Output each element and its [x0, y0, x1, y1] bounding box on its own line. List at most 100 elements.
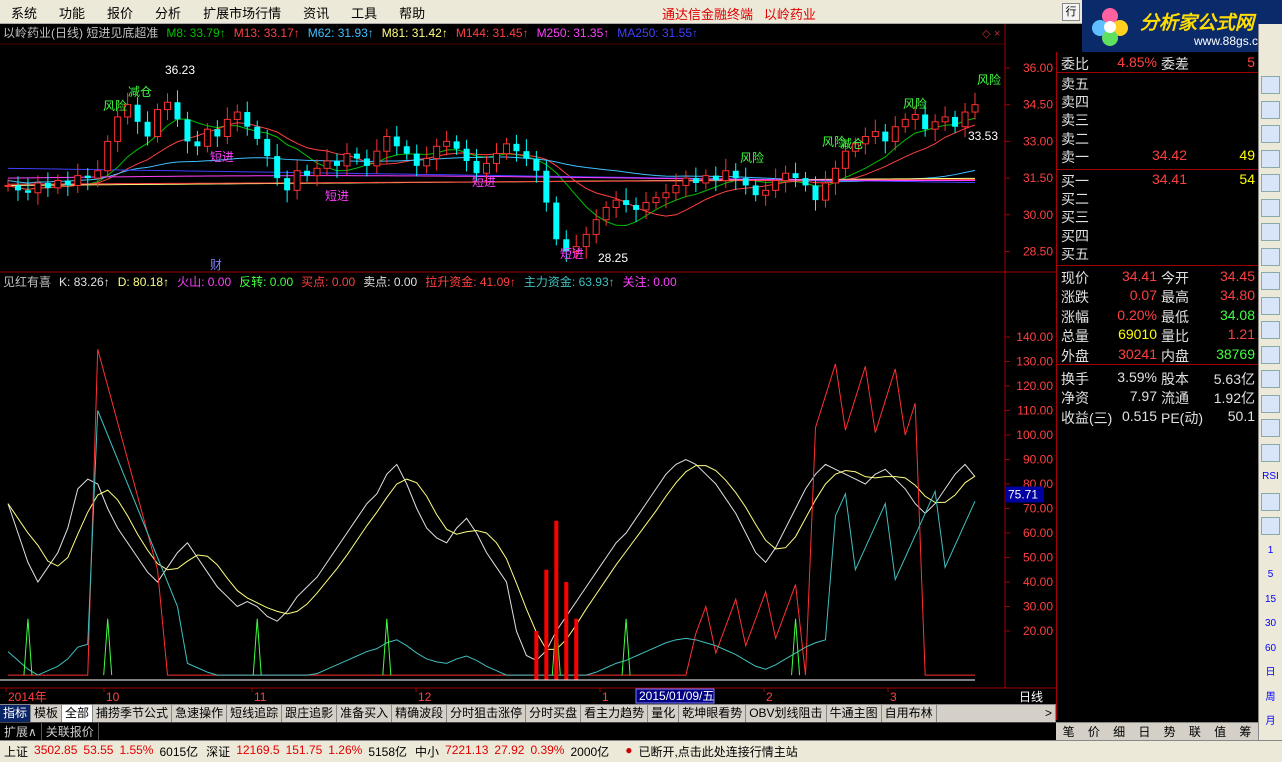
- index-shanghai[interactable]: 上证 3502.85 53.55 1.55% 6015亿: [0, 743, 202, 760]
- quote-tab-7[interactable]: 筹: [1239, 723, 1251, 740]
- toolbar-button-23[interactable]: 60: [1261, 640, 1280, 658]
- menu-item-6[interactable]: 工具: [340, 3, 388, 22]
- chart-annotation: 风险: [103, 98, 127, 113]
- toolbar-tool-icon-2[interactable]: [1261, 125, 1280, 143]
- formula-tab-7[interactable]: 准备买入: [337, 705, 393, 722]
- quote-tab-2[interactable]: 细: [1113, 723, 1125, 740]
- stat-row: 收益(三) 0.515 PE(动) 50.1: [1057, 408, 1259, 426]
- formula-tab-15[interactable]: 牛通主图: [827, 705, 882, 722]
- indicator-title-item: D: 80.18↑: [118, 275, 169, 289]
- menu-item-3[interactable]: 分析: [144, 3, 192, 22]
- stat-label: 现价: [1061, 270, 1089, 286]
- formula-tab-8[interactable]: 精确波段: [392, 705, 448, 722]
- menu-item-1[interactable]: 功能: [48, 3, 96, 22]
- toolbar-tool-icon-5[interactable]: [1261, 198, 1280, 217]
- divider: [1057, 265, 1259, 266]
- level-label: 买二: [1061, 191, 1089, 208]
- toolbar-button-24[interactable]: 日: [1261, 664, 1280, 682]
- quote-tab-6[interactable]: 值: [1214, 723, 1226, 740]
- formula-tab-6[interactable]: 跟庄追影: [282, 705, 338, 722]
- connection-status[interactable]: ● 已断开,点击此处连接行情主站: [621, 743, 802, 760]
- toolbar-button-20[interactable]: 5: [1261, 566, 1280, 584]
- toolbar-tool-icon-4[interactable]: [1261, 174, 1280, 192]
- toolbar-tool-icon-11[interactable]: [1261, 345, 1280, 364]
- main-title-item: M62: 31.93↑: [308, 26, 374, 40]
- main-chart-area[interactable]: 以岭药业(日线) 短进见底超准 M8: 33.79↑ M13: 33.17↑ M62:…: [0, 24, 1056, 708]
- sell-level-row: 卖五: [1057, 74, 1259, 92]
- time-tick: 1: [602, 690, 609, 704]
- extension-tab-1[interactable]: 关联报价: [42, 723, 99, 740]
- index-percent: 1.26%: [328, 743, 363, 757]
- toolbar-button-26[interactable]: 月: [1261, 713, 1280, 731]
- brand-stock: 以岭药业: [763, 7, 816, 22]
- chart-annotation: 财: [210, 258, 222, 272]
- index-value: 7221.13: [445, 743, 489, 757]
- quote-tab-5[interactable]: 联: [1189, 723, 1201, 740]
- main-title-item: M8: 33.79↑: [166, 26, 225, 40]
- quote-tab-1[interactable]: 价: [1088, 723, 1100, 740]
- toolbar-tool-icon-8[interactable]: [1261, 272, 1280, 290]
- close-icon[interactable]: ×: [994, 28, 1000, 40]
- toolbar-tool-icon-1[interactable]: [1261, 100, 1280, 119]
- menu-item-2[interactable]: 报价: [96, 3, 144, 22]
- toolbar-tool-icon-6[interactable]: [1261, 223, 1280, 241]
- buy-level-row: 买一 34.41 54: [1057, 171, 1259, 189]
- quote-tab-4[interactable]: 势: [1164, 723, 1176, 740]
- formula-tab-14[interactable]: OBV划线阻击: [746, 705, 827, 722]
- formula-tab-2[interactable]: 全部: [62, 705, 94, 722]
- formula-tab-9[interactable]: 分时狙击涨停: [447, 705, 527, 722]
- divider: [1057, 364, 1259, 365]
- formula-tab-11[interactable]: 看主力趋势: [581, 705, 649, 722]
- index-amount: 2000亿: [570, 745, 610, 759]
- index-value: 3502.85: [34, 743, 78, 757]
- formula-tab-0[interactable]: 指标: [0, 705, 32, 722]
- formula-tab-16[interactable]: 自用布林: [882, 705, 937, 722]
- formula-tab-4[interactable]: 急速操作: [172, 705, 228, 722]
- value: 4.85%: [1117, 54, 1157, 70]
- weibi-row: 委比 4.85% 委差 5: [1057, 54, 1259, 72]
- toolbar-tool-icon-0[interactable]: [1261, 76, 1280, 94]
- toolbar-button-19[interactable]: 1: [1261, 542, 1280, 560]
- toolbar-tool-icon-10[interactable]: [1261, 321, 1280, 339]
- formula-tab-3[interactable]: 捕捞季节公式: [93, 705, 173, 722]
- formula-tab-5[interactable]: 短线追踪: [227, 705, 283, 722]
- indicator-tick: 50.00: [1023, 551, 1053, 565]
- tabs-scroll-arrow[interactable]: >: [1042, 705, 1056, 722]
- quote-tab-0[interactable]: 笔: [1063, 723, 1075, 740]
- extension-tab-0[interactable]: 扩展∧: [0, 723, 42, 740]
- indicator-title-item: 关注: 0.00: [623, 274, 677, 289]
- index-name: 上证: [4, 745, 29, 759]
- toolbar-button-21[interactable]: 15: [1261, 591, 1280, 609]
- chart-annotation: 风险: [903, 96, 927, 111]
- toolbar-tool-icon-12[interactable]: [1261, 370, 1280, 388]
- toolbar-button-16[interactable]: RSI: [1261, 468, 1280, 486]
- stat-value: 0.07: [1129, 287, 1157, 304]
- formula-tab-1[interactable]: 模板: [31, 705, 63, 722]
- flower-logo-icon: [1092, 8, 1128, 46]
- toolbar-tool-icon-7[interactable]: [1261, 247, 1280, 266]
- menu-item-7[interactable]: 帮助: [388, 3, 436, 22]
- menu-item-0[interactable]: 系统: [0, 3, 48, 22]
- index-shenzhen[interactable]: 深证 12169.5 151.75 1.26% 5158亿: [202, 743, 411, 760]
- formula-tab-13[interactable]: 乾坤眼看势: [679, 705, 747, 722]
- toolbar-button-22[interactable]: 30: [1261, 615, 1280, 633]
- toolbar-tool-icon-3[interactable]: [1261, 149, 1280, 168]
- menu-right-button[interactable]: 行: [1062, 3, 1080, 21]
- formula-tab-12[interactable]: 量化: [648, 705, 680, 722]
- toolbar-tool-icon-18[interactable]: [1261, 517, 1280, 535]
- index-smallcap[interactable]: 中小 7221.13 27.92 0.39% 2000亿: [411, 743, 613, 760]
- toolbar-button-25[interactable]: 周: [1261, 689, 1280, 707]
- chart-annotation: 36.23: [165, 63, 195, 77]
- toolbar-tool-icon-9[interactable]: [1261, 296, 1280, 315]
- toolbar-tool-icon-15[interactable]: [1261, 443, 1280, 462]
- toolbar-tool-icon-14[interactable]: [1261, 419, 1280, 437]
- toolbar-tool-icon-17[interactable]: [1261, 492, 1280, 511]
- diamond-icon[interactable]: ◇: [982, 28, 991, 40]
- toolbar-tool-icon-13[interactable]: [1261, 394, 1280, 413]
- menu-item-5[interactable]: 资讯: [292, 3, 340, 22]
- period-label[interactable]: 日线: [1006, 688, 1056, 704]
- quote-tab-3[interactable]: 日: [1138, 723, 1150, 740]
- brand-left: 通达信金融终端: [662, 7, 754, 22]
- formula-tab-10[interactable]: 分时买盘: [526, 705, 582, 722]
- menu-item-4[interactable]: 扩展市场行情: [192, 3, 292, 22]
